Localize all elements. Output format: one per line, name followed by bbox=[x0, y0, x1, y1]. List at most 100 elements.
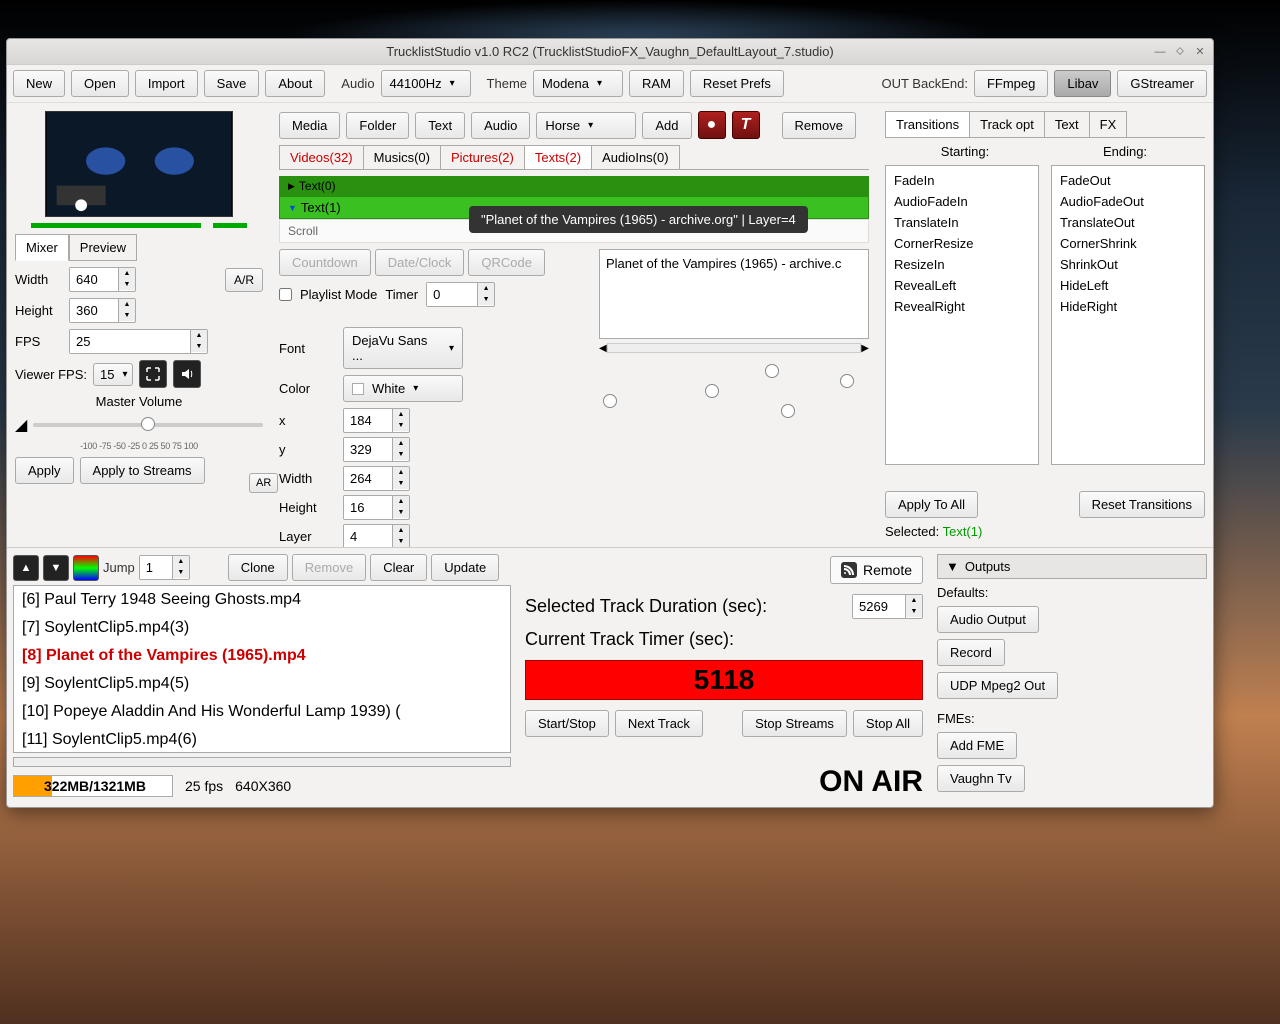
dateclock-button[interactable]: Date/Clock bbox=[375, 249, 465, 276]
countdown-button[interactable]: Countdown bbox=[279, 249, 371, 276]
text0-row[interactable]: ▶Text(0) bbox=[279, 176, 869, 196]
list-item[interactable]: [10] Popeye Aladdin And His Wonderful La… bbox=[14, 698, 510, 726]
width-spinner[interactable]: ▲▼ bbox=[69, 267, 136, 292]
list-item[interactable]: [11] SoylentClip5.mp4(6) bbox=[14, 726, 510, 753]
playlist[interactable]: [6] Paul Terry 1948 Seeing Ghosts.mp4[7]… bbox=[13, 585, 511, 753]
text-content-box[interactable]: Planet of the Vampires (1965) - archive.… bbox=[599, 249, 869, 339]
tab-preview[interactable]: Preview bbox=[69, 234, 137, 261]
starting-list[interactable]: FadeInAudioFadeInTranslateInCornerResize… bbox=[885, 165, 1039, 465]
speaker-icon[interactable] bbox=[173, 360, 201, 388]
minimize-icon[interactable]: — bbox=[1153, 45, 1167, 59]
tab-transitions[interactable]: Transitions bbox=[885, 111, 970, 137]
list-item[interactable]: ShrinkOut bbox=[1056, 254, 1200, 275]
vaughn-button[interactable]: Vaughn Tv bbox=[937, 765, 1025, 792]
height-spinner[interactable]: ▲▼ bbox=[69, 298, 136, 323]
video-preview[interactable] bbox=[45, 111, 233, 217]
clear-button[interactable]: Clear bbox=[370, 554, 427, 581]
update-button[interactable]: Update bbox=[431, 554, 499, 581]
list-item[interactable]: HideRight bbox=[1056, 296, 1200, 317]
record-button[interactable]: Record bbox=[937, 639, 1005, 666]
fps-spinner[interactable]: ▲▼ bbox=[69, 329, 208, 354]
tab-pictures[interactable]: Pictures(2) bbox=[440, 145, 525, 169]
move-down-icon[interactable]: ▼ bbox=[43, 555, 69, 581]
h-spinner[interactable]: ▲▼ bbox=[343, 495, 410, 520]
ar-button[interactable]: A/R bbox=[225, 268, 263, 292]
tab-text[interactable]: Text bbox=[1044, 111, 1090, 137]
list-item[interactable]: [9] SoylentClip5.mp4(5) bbox=[14, 670, 510, 698]
source-select[interactable]: Horse bbox=[536, 112, 636, 139]
playlist-mode-checkbox[interactable] bbox=[279, 288, 292, 301]
apply-streams-button[interactable]: Apply to Streams bbox=[80, 457, 205, 484]
list-item[interactable]: AudioFadeOut bbox=[1056, 191, 1200, 212]
record-icon[interactable]: ● bbox=[698, 111, 726, 139]
ffmpeg-button[interactable]: FFmpeg bbox=[974, 70, 1048, 97]
udp-button[interactable]: UDP Mpeg2 Out bbox=[937, 672, 1058, 699]
import-button[interactable]: Import bbox=[135, 70, 198, 97]
apply-button[interactable]: Apply bbox=[15, 457, 74, 484]
tab-audioins[interactable]: AudioIns(0) bbox=[591, 145, 679, 169]
viewer-fps-select[interactable]: 15 bbox=[93, 363, 133, 386]
color-select[interactable]: White bbox=[343, 375, 463, 402]
list-item[interactable]: FadeIn bbox=[890, 170, 1034, 191]
tab-musics[interactable]: Musics(0) bbox=[363, 145, 441, 169]
ram-button[interactable]: RAM bbox=[629, 70, 684, 97]
list-item[interactable]: HideLeft bbox=[1056, 275, 1200, 296]
tab-trackopt[interactable]: Track opt bbox=[969, 111, 1045, 137]
apply-all-button[interactable]: Apply To All bbox=[885, 491, 978, 518]
remote-button[interactable]: Remote bbox=[830, 556, 923, 584]
y-spinner[interactable]: ▲▼ bbox=[343, 437, 410, 462]
list-item[interactable]: TranslateIn bbox=[890, 212, 1034, 233]
text-overlay-icon[interactable]: T bbox=[732, 111, 760, 139]
gstreamer-button[interactable]: GStreamer bbox=[1117, 70, 1207, 97]
startstop-button[interactable]: Start/Stop bbox=[525, 710, 609, 737]
layer-spinner[interactable]: ▲▼ bbox=[343, 524, 410, 547]
about-button[interactable]: About bbox=[265, 70, 325, 97]
save-button[interactable]: Save bbox=[204, 70, 260, 97]
remove-button[interactable]: Remove bbox=[782, 112, 856, 139]
list-item[interactable]: CornerShrink bbox=[1056, 233, 1200, 254]
list-item[interactable]: [7] SoylentClip5.mp4(3) bbox=[14, 614, 510, 642]
tab-fx[interactable]: FX bbox=[1089, 111, 1128, 137]
open-button[interactable]: Open bbox=[71, 70, 129, 97]
tab-texts[interactable]: Texts(2) bbox=[524, 145, 592, 169]
media-button[interactable]: Media bbox=[279, 112, 340, 139]
ending-list[interactable]: FadeOutAudioFadeOutTranslateOutCornerShr… bbox=[1051, 165, 1205, 465]
new-button[interactable]: New bbox=[13, 70, 65, 97]
qrcode-button[interactable]: QRCode bbox=[468, 249, 545, 276]
x-spinner[interactable]: ▲▼ bbox=[343, 408, 410, 433]
maximize-icon[interactable]: ⬦ bbox=[1173, 45, 1187, 59]
list-item[interactable]: TranslateOut bbox=[1056, 212, 1200, 233]
audio-button[interactable]: Audio bbox=[471, 112, 530, 139]
list-item[interactable]: FadeOut bbox=[1056, 170, 1200, 191]
text-button[interactable]: Text bbox=[415, 112, 465, 139]
remove-pl-button[interactable]: Remove bbox=[292, 554, 366, 581]
font-select[interactable]: DejaVu Sans ... bbox=[343, 327, 463, 369]
duration-spinner[interactable]: ▲▼ bbox=[852, 594, 923, 619]
jump-spinner[interactable]: ▲▼ bbox=[139, 555, 190, 580]
tab-videos[interactable]: Videos(32) bbox=[279, 145, 364, 169]
move-up-icon[interactable]: ▲ bbox=[13, 555, 39, 581]
theme-select[interactable]: Modena bbox=[533, 70, 623, 97]
timer-spinner[interactable]: ▲▼ bbox=[426, 282, 495, 307]
list-item[interactable]: CornerResize bbox=[890, 233, 1034, 254]
audio-output-button[interactable]: Audio Output bbox=[937, 606, 1039, 633]
color-icon[interactable] bbox=[73, 555, 99, 581]
w-spinner[interactable]: ▲▼ bbox=[343, 466, 410, 491]
fullscreen-icon[interactable] bbox=[139, 360, 167, 388]
libav-button[interactable]: Libav bbox=[1054, 70, 1111, 97]
list-item[interactable]: RevealLeft bbox=[890, 275, 1034, 296]
stop-all-button[interactable]: Stop All bbox=[853, 710, 923, 737]
list-item[interactable]: RevealRight bbox=[890, 296, 1034, 317]
clone-button[interactable]: Clone bbox=[228, 554, 288, 581]
list-item[interactable]: [6] Paul Terry 1948 Seeing Ghosts.mp4 bbox=[14, 586, 510, 614]
next-track-button[interactable]: Next Track bbox=[615, 710, 703, 737]
add-fme-button[interactable]: Add FME bbox=[937, 732, 1017, 759]
outputs-header[interactable]: ▼Outputs bbox=[937, 554, 1207, 579]
folder-button[interactable]: Folder bbox=[346, 112, 409, 139]
ar2-button[interactable]: AR bbox=[249, 473, 278, 493]
list-item[interactable]: [8] Planet of the Vampires (1965).mp4 bbox=[14, 642, 510, 670]
reset-prefs-button[interactable]: Reset Prefs bbox=[690, 70, 784, 97]
list-item[interactable]: AudioFadeIn bbox=[890, 191, 1034, 212]
stop-streams-button[interactable]: Stop Streams bbox=[742, 710, 847, 737]
close-icon[interactable]: ✕ bbox=[1193, 45, 1207, 59]
